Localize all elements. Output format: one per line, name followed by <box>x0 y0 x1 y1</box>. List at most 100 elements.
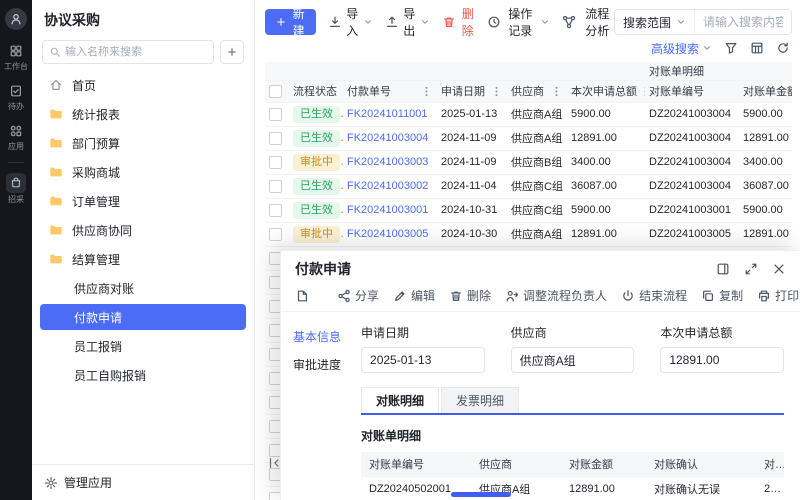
payment-no-link[interactable]: FK20241003001 <box>347 204 428 216</box>
sidebar-item-supplier-collab[interactable]: 供应商协同 <box>40 217 246 243</box>
detail-tabs: 对账明细发票明细 <box>361 387 784 415</box>
folder-icon <box>48 251 64 267</box>
grid-icon <box>7 42 25 60</box>
cell: 供应商B组 <box>507 150 567 174</box>
sidebar-item-settlement-mgmt[interactable]: 结算管理 <box>40 246 246 272</box>
doc-icon[interactable] <box>295 289 309 303</box>
sidebar-item-purchase-mall[interactable]: 采购商城 <box>40 159 246 185</box>
adjust-owner-action[interactable]: 调整流程负责人 <box>505 287 607 304</box>
table-row[interactable]: 已生效FK202410030012024-10-31供应商C组5900.00DZ… <box>265 198 792 222</box>
payment-no-link[interactable]: FK20241011001 <box>347 108 428 120</box>
operation-log-button[interactable]: 操作记录 <box>487 5 550 39</box>
table-row[interactable]: 审批中FK202410030052024-10-30供应商A组12891.00D… <box>265 222 792 246</box>
side-tab-basic-info[interactable]: 基本信息 <box>281 322 353 350</box>
detail-field: 供应商供应商A组 <box>511 324 635 373</box>
cell: 2025-01-13 <box>437 102 507 126</box>
sidebar-item-employee-reimburse[interactable]: 员工报销 <box>40 333 246 359</box>
rail-divider <box>8 162 24 163</box>
row-checkbox[interactable] <box>269 180 282 193</box>
sidebar-item-dept-budget[interactable]: 部门预算 <box>40 130 246 156</box>
collapse-pager-icon[interactable] <box>267 456 281 470</box>
user-avatar[interactable] <box>5 8 27 30</box>
horizontal-scrollbar[interactable] <box>451 492 511 497</box>
column-settings-icon[interactable] <box>750 41 764 55</box>
filter-icon[interactable] <box>724 41 738 55</box>
table-row[interactable]: 已生效FK202410110012025-01-13供应商A组5900.00DZ… <box>265 102 792 126</box>
status-badge: 已生效 <box>293 130 340 147</box>
table-row[interactable]: 审批中FK202410030032024-11-09供应商B组3400.00DZ… <box>265 150 792 174</box>
detail-title: 付款申请 <box>295 259 351 279</box>
chevron-down-icon <box>363 17 373 27</box>
sidebar-item-label: 供应商协同 <box>72 222 132 239</box>
row-checkbox[interactable] <box>269 228 282 241</box>
rail-item-apps[interactable]: 应用 <box>7 122 25 152</box>
advanced-search-link[interactable]: 高级搜索 <box>651 40 712 57</box>
flow-analysis-button[interactable]: 流程分析 <box>562 5 614 39</box>
search-input[interactable] <box>695 15 791 29</box>
cell: 2024-10-30 <box>437 222 507 246</box>
cell: 供应商C组 <box>507 174 567 198</box>
column-header: 对账确认 <box>646 452 756 476</box>
sidebar-search-input[interactable] <box>65 46 207 58</box>
column-menu-icon[interactable] <box>420 85 433 98</box>
payment-no-link[interactable]: FK20241003002 <box>347 180 428 192</box>
toolbar-buttons: 新建导入导出删除操作记录流程分析 <box>265 5 614 39</box>
table-row[interactable]: 已生效FK202410030022024-11-04供应商C组36087.00D… <box>265 174 792 198</box>
rail-item-workbench[interactable]: 工作台 <box>4 42 28 72</box>
export-button[interactable]: 导出 <box>385 5 430 39</box>
search-scope-select[interactable]: 搜索范围 <box>615 10 695 34</box>
table-header-row: 流程状态付款单号申请日期供应商本次申请总额对账单编号对账单金额对账日期 <box>265 80 792 102</box>
select-all-checkbox[interactable] <box>269 85 282 98</box>
share-action[interactable]: 分享 <box>337 287 379 304</box>
row-checkbox[interactable] <box>269 132 282 145</box>
expand-icon[interactable] <box>744 262 758 276</box>
sidebar-item-home[interactable]: 首页 <box>40 72 246 98</box>
column-menu-icon[interactable] <box>639 85 645 98</box>
import-button[interactable]: 导入 <box>328 5 373 39</box>
column-menu-icon[interactable] <box>339 85 343 98</box>
status-badge: 已生效 <box>293 106 340 123</box>
sidebar-item-stats-reports[interactable]: 统计报表 <box>40 101 246 127</box>
sidebar-item-supplier-statement[interactable]: 供应商对账 <box>40 275 246 301</box>
row-checkbox[interactable] <box>269 204 282 217</box>
open-as-page-icon[interactable] <box>716 262 730 276</box>
side-tab-approval-progress[interactable]: 审批进度 <box>281 350 353 378</box>
tab-invoice-detail[interactable]: 发票明细 <box>441 387 519 413</box>
delete-action[interactable]: 删除 <box>449 287 491 304</box>
column-header: 供应商 <box>507 80 567 102</box>
print-action[interactable]: 打印 <box>757 287 799 304</box>
sidebar-item-order-mgmt[interactable]: 订单管理 <box>40 188 246 214</box>
row-checkbox[interactable] <box>269 108 282 121</box>
sidebar-search[interactable] <box>42 40 214 64</box>
sidebar-item-employee-self-reimburse[interactable]: 员工自购报销 <box>40 362 246 388</box>
folder-icon <box>48 106 64 122</box>
payment-no-link[interactable]: FK20241003005 <box>347 228 428 240</box>
close-icon[interactable] <box>772 262 786 276</box>
column-menu-icon[interactable] <box>490 85 503 98</box>
sidebar-item-payment-request[interactable]: 付款申请 <box>40 304 246 330</box>
rail-item-sourcing[interactable]: 招采 <box>0 173 32 500</box>
tab-statement-detail[interactable]: 对账明细 <box>361 387 439 413</box>
detail-content: 申请日期2025-01-13供应商供应商A组本次申请总额12891.00 对账明… <box>353 312 800 500</box>
edit-action[interactable]: 编辑 <box>393 287 435 304</box>
delete-button[interactable]: 删除 <box>442 5 475 39</box>
table-row[interactable]: 已生效FK202410030042024-11-09供应商A组12891.00D… <box>265 126 792 150</box>
field-value[interactable]: 供应商A组 <box>511 347 635 373</box>
cell: 审批中 <box>289 150 343 174</box>
cell: 供应商A组 <box>507 102 567 126</box>
row-checkbox[interactable] <box>269 156 282 169</box>
manage-apps-button[interactable]: 管理应用 <box>32 464 254 500</box>
create-button[interactable]: 新建 <box>265 9 316 35</box>
sidebar-item-label: 统计报表 <box>72 106 120 123</box>
refresh-icon[interactable] <box>776 41 790 55</box>
rail-item-todo[interactable]: 待办 <box>7 82 25 112</box>
copy-action[interactable]: 复制 <box>701 287 743 304</box>
payment-no-link[interactable]: FK20241003003 <box>347 156 428 168</box>
field-value[interactable]: 2025-01-13 <box>361 347 485 373</box>
end-flow-action[interactable]: 结束流程 <box>621 287 687 304</box>
statement-row[interactable]: DZ20240502001供应商A组12891.00对账确认无误2025-01-… <box>361 476 784 500</box>
payment-no-link[interactable]: FK20241003004 <box>347 132 428 144</box>
add-menu-button[interactable] <box>220 40 244 64</box>
column-menu-icon[interactable] <box>550 85 563 98</box>
field-value[interactable]: 12891.00 <box>660 347 784 373</box>
